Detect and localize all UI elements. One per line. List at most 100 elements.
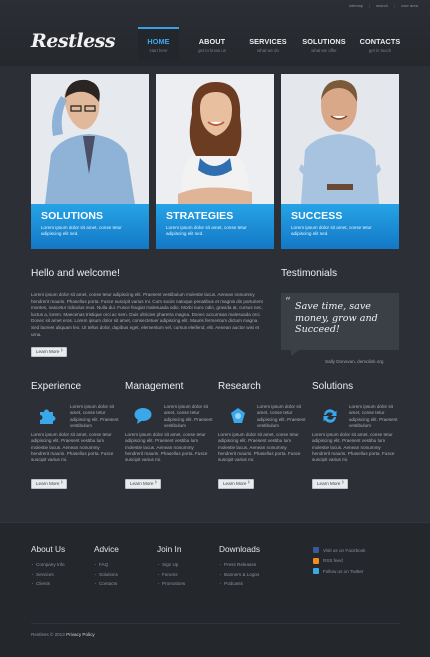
research-learn-more-button[interactable]: Learn More [218,479,254,489]
footer-link[interactable]: Company Info [31,560,65,572]
banner-title: SUCCESS [291,210,343,222]
banner-title: SOLUTIONS [41,210,104,222]
copyright: Restless © 2013 Privacy Policy [31,632,95,637]
feature-title-research: Research [218,381,261,392]
testimonial-author: Sally Donovan, demolink.org [325,359,384,364]
nav-label: CONTACTS [359,37,401,46]
footer-link[interactable]: Solutions [94,570,118,582]
nav-item-contacts[interactable]: CONTACTS get in touch [357,27,403,60]
footer-link[interactable]: Clients [31,579,65,591]
footer-link[interactable]: Promotions [157,579,185,591]
solutions-learn-more-button[interactable]: Learn More [312,479,348,489]
nav-label: HOME [147,37,170,46]
footer-list-join-in: Sign Up Forums Promotions [157,560,185,591]
banner-card-strategies[interactable]: STRATEGIES Lorem ipsum dolor sit amet, c… [156,74,274,249]
separator: | [394,3,396,8]
nav-sublabel: get in touch [368,48,392,53]
footer-list-advice: FAQ Solutions Contacts [94,560,118,591]
nav-item-solutions[interactable]: SOLUTIONS what we offer [301,27,347,60]
nav-item-about[interactable]: ABOUT get to know us [189,27,235,60]
feature-long-text: Lorem ipsum dolor sit amet, conse tetur … [125,432,208,463]
top-links: sitemap | search | user area [347,3,420,8]
speech-bubble-icon [133,406,153,426]
footer-link[interactable]: Sign Up [157,560,185,572]
quote-mark-icon: “ [285,295,291,308]
banner-photo-man-smiling [281,74,399,204]
feature-title-experience: Experience [31,381,82,392]
social-links: Visit us on Facebook RSS feed Follow us … [313,545,366,577]
logo[interactable]: Restless [31,30,116,52]
social-link-facebook[interactable]: Visit us on Facebook [313,545,366,555]
puzzle-icon [37,406,57,426]
social-link-rss[interactable]: RSS feed [313,556,366,566]
testimonial-quote-box: “ Save time, save money, grow and Succee… [281,293,399,356]
header: sitemap | search | user area Restless HO… [0,0,430,66]
privacy-policy-link[interactable]: Privacy Policy [66,632,95,637]
social-link-twitter[interactable]: Follow us on Twitter [313,566,366,576]
footer-title-downloads: Downloads [219,544,261,554]
banner-text: Lorem ipsum dolor sit amet, conse tetur … [291,225,372,236]
feature-short-text: Lorem ipsum dolor sit amet, conse tetur … [70,404,119,428]
footer-link[interactable]: Services [31,570,65,582]
feature-short-text: Lorem ipsum dolor sit amet, conse tetur … [257,404,306,428]
experience-learn-more-button[interactable]: Learn More [31,479,67,489]
copyright-year: © 2013 [49,632,65,637]
social-label: Follow us on Twitter [323,568,364,574]
molecule-icon [228,406,248,426]
footer-link[interactable]: FAQ [94,560,118,572]
nav-sublabel: what we offer [311,48,337,53]
feature-long-text: Lorem ipsum dolor sit amet, conse tetur … [218,432,301,463]
feature-long-text: Lorem ipsum dolor sit amet, conse tetur … [312,432,395,463]
footer-title-advice: Advice [94,544,119,554]
testimonials-title: Testimonials [281,268,338,279]
top-link-search[interactable]: search [374,3,390,8]
copyright-name: Restless [31,632,49,637]
welcome-learn-more-button[interactable]: Learn More [31,347,67,357]
feature-short-text: Lorem ipsum dolor sit amet, conse tetur … [164,404,213,428]
banner-title: STRATEGIES [166,210,234,222]
main-nav: HOME start here ABOUT get to know us SER… [138,27,413,60]
banner-band: STRATEGIES Lorem ipsum dolor sit amet, c… [156,204,274,249]
footer-title-join-in: Join In [157,544,182,554]
page: sitemap | search | user area Restless HO… [0,0,430,657]
nav-label: SERVICES [249,37,287,46]
welcome-title: Hello and welcome! [31,268,120,279]
banner-photo-woman-smiling [156,74,274,204]
nav-sublabel: what we do [257,48,279,53]
top-link-user-area[interactable]: user area [399,3,420,8]
nav-item-home[interactable]: HOME start here [138,27,179,60]
footer-link[interactable]: Contacts [94,579,118,591]
management-learn-more-button[interactable]: Learn More [125,479,161,489]
footer-link[interactable]: Podcasts [219,579,259,591]
feature-title-solutions: Solutions [312,381,354,392]
nav-sublabel: start here [149,48,168,53]
twitter-icon [313,568,319,574]
feature-long-text: Lorem ipsum dolor sit amet, conse tetur … [31,432,114,463]
footer-link[interactable]: Press Releases [219,560,259,572]
footer-list-downloads: Press Releases Banners & Logos Podcasts [219,560,259,591]
rss-icon [313,557,319,564]
footer-list-about-us: Company Info Services Clients [31,560,65,591]
feature-title-management: Management [125,381,184,392]
footer-title-about-us: About Us [31,544,66,554]
footer-link[interactable]: Forums [157,570,185,582]
nav-sublabel: get to know us [198,48,226,53]
social-label: RSS feed [323,558,343,563]
facebook-icon [313,547,319,553]
nav-label: SOLUTIONS [302,37,346,46]
top-link-sitemap[interactable]: sitemap [347,3,365,8]
banner-band: SUCCESS Lorem ipsum dolor sit amet, cons… [281,204,399,249]
banner-text: Lorem ipsum dolor sit amet, conse tetur … [41,225,122,236]
separator: | [368,3,371,8]
footer-link[interactable]: Banners & Logos [219,570,259,582]
banner-band: SOLUTIONS Lorem ipsum dolor sit amet, co… [31,204,149,249]
testimonial-quote: Save time, save money, grow and Succeed! [295,301,378,335]
banner-card-success[interactable]: SUCCESS Lorem ipsum dolor sit amet, cons… [281,74,399,249]
banner-photo-man-glasses [31,74,149,204]
banner-text: Lorem ipsum dolor sit amet, conse tetur … [166,225,247,236]
nav-item-services[interactable]: SERVICES what we do [245,27,291,60]
feature-short-text: Lorem ipsum dolor sit amet, conse tetur … [349,404,398,428]
welcome-text: Lorem ipsum dolor sit amet, conse tetur … [31,292,263,337]
nav-label: ABOUT [198,37,226,46]
banner-card-solutions[interactable]: SOLUTIONS Lorem ipsum dolor sit amet, co… [31,74,149,249]
